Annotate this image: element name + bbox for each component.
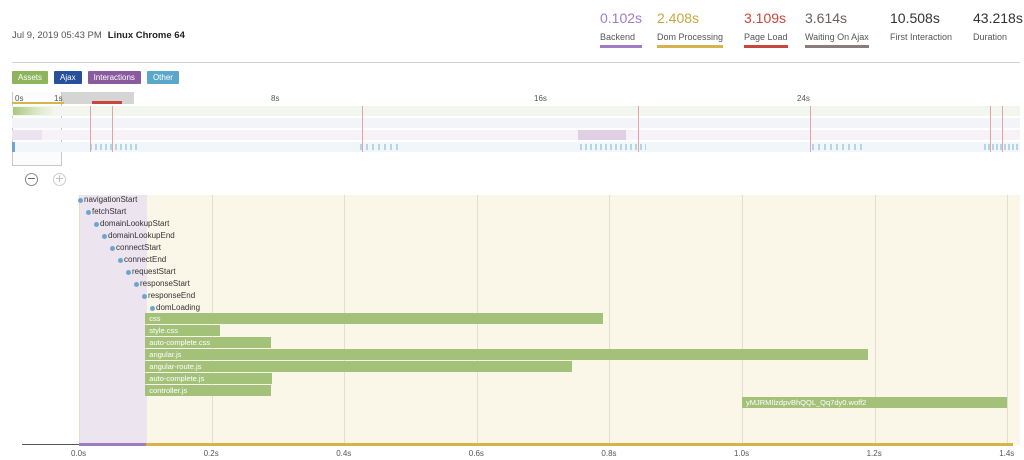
waterfall-chart: navigationStart fetchStart domainLookupSta… <box>12 195 1020 445</box>
gridline <box>79 195 80 445</box>
metric-first-interaction: 10.508s First Interaction <box>890 10 952 45</box>
overview-row-other <box>12 142 1020 152</box>
asset-bar[interactable]: controller.js <box>145 385 272 396</box>
zoom-in-button[interactable]: + <box>53 173 66 186</box>
gridline <box>1007 195 1009 445</box>
milestone-dot <box>94 222 99 227</box>
milestone-dot <box>142 294 147 299</box>
overview-timeline[interactable]: 0s 1s 8s 16s 24s <box>12 90 1020 166</box>
asset-bar[interactable]: auto-complete.js <box>145 373 272 384</box>
legend-assets[interactable]: Assets <box>12 71 49 84</box>
overview-row-interactions <box>12 130 1020 140</box>
x-axis-tick: 0.6s <box>468 449 484 458</box>
metric-label: Page Load <box>744 32 788 48</box>
metric-label: Dom Processing <box>657 32 724 48</box>
milestone-dot <box>78 198 83 203</box>
x-axis-tick: 1.2s <box>866 449 882 458</box>
asset-bar[interactable]: style.css <box>145 325 221 336</box>
metric-label: Waiting On Ajax <box>805 32 869 48</box>
milestone-label: responseStart <box>140 279 190 288</box>
zoom-out-button[interactable]: − <box>25 173 38 186</box>
overview-tick: 8s <box>271 94 280 103</box>
x-axis-tick: 1.4s <box>999 449 1015 458</box>
x-axis-tick: 0.2s <box>203 449 219 458</box>
asset-bar[interactable]: angular-route.js <box>145 361 572 372</box>
metric-value: 3.109s <box>744 10 787 26</box>
session-agent: Linux Chrome 64 <box>107 30 185 41</box>
session-date: Jul 9, 2019 05:43 PM <box>12 30 102 41</box>
milestone-dot <box>86 210 91 215</box>
legend: Assets Ajax Interactions Other <box>12 71 179 84</box>
legend-interactions[interactable]: Interactions <box>87 71 141 84</box>
asset-bar[interactable]: yMJRMIlzdpvBhQQL_Qq7dy0.woff2 <box>742 397 1008 408</box>
milestone-label: requestStart <box>132 267 176 276</box>
milestone-label: domLoading <box>156 303 201 312</box>
x-axis-tick: 0.8s <box>601 449 617 458</box>
milestone-dot <box>102 234 107 239</box>
metric-duration: 43.218s Duration <box>973 10 1023 45</box>
milestone-dot <box>126 270 131 275</box>
overview-tick: 16s <box>534 94 547 103</box>
metric-value: 2.408s <box>657 10 700 26</box>
asset-bar[interactable]: auto-complete.css <box>145 337 272 348</box>
metric-value: 3.614s <box>805 10 848 26</box>
legend-ajax[interactable]: Ajax <box>54 71 82 84</box>
milestone-dot <box>134 282 139 287</box>
overview-row-ajax <box>12 118 1020 128</box>
metric-dom-processing: 2.408s Dom Processing <box>657 10 724 48</box>
overview-tick: 0s <box>15 94 24 103</box>
metric-label: First Interaction <box>890 32 953 42</box>
x-axis-tick: 0.0s <box>71 449 87 458</box>
metric-value: 43.218s <box>973 10 1023 26</box>
x-axis-tick: 0.4s <box>336 449 352 458</box>
overview-tick: 24s <box>797 94 810 103</box>
page-load-timeline: Jul 9, 2019 05:43 PM Linux Chrome 64 0.10… <box>0 0 1024 460</box>
milestone-label: domainLookupEnd <box>108 231 175 240</box>
session-info: Jul 9, 2019 05:43 PM Linux Chrome 64 <box>12 30 185 41</box>
metric-value: 10.508s <box>890 10 940 26</box>
asset-bar[interactable]: angular.js <box>145 349 868 360</box>
metric-label: Duration <box>973 32 1008 42</box>
overview-row-assets <box>12 106 1020 116</box>
gridline <box>609 195 611 445</box>
header-divider <box>12 62 1020 63</box>
metric-page-load: 3.109s Page Load <box>744 10 788 48</box>
asset-bar[interactable]: css <box>145 313 603 324</box>
legend-other[interactable]: Other <box>146 71 179 84</box>
milestone-label: connectEnd <box>124 255 167 264</box>
milestone-label: navigationStart <box>84 195 138 204</box>
metric-label: Backend <box>600 32 643 48</box>
milestone-label: responseEnd <box>148 291 196 300</box>
metric-waiting-on-ajax: 3.614s Waiting On Ajax <box>805 10 869 48</box>
overview-tick: 1s <box>54 94 63 103</box>
metric-backend: 0.102s Backend <box>600 10 643 48</box>
milestone-dot <box>118 258 123 263</box>
milestone-dot <box>150 306 155 311</box>
milestone-label: fetchStart <box>92 207 127 216</box>
milestone-label: domainLookupStart <box>100 219 170 228</box>
milestone-label: connectStart <box>116 243 161 252</box>
x-axis-tick: 1.0s <box>734 449 750 458</box>
metric-value: 0.102s <box>600 10 643 26</box>
milestone-dot <box>110 246 115 251</box>
